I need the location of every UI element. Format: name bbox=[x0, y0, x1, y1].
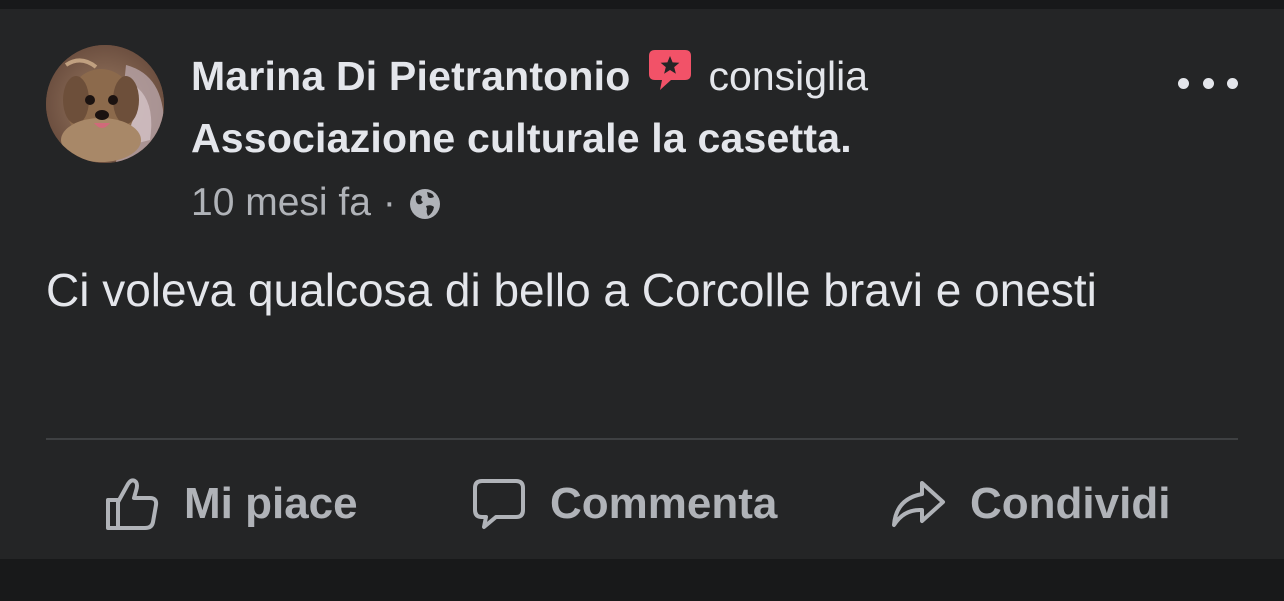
more-dot bbox=[1227, 77, 1238, 89]
comment-bubble-icon bbox=[473, 479, 525, 529]
author-name[interactable]: Marina Di Pietrantonio bbox=[191, 53, 631, 100]
post-meta: 10 mesi fa · bbox=[191, 179, 442, 227]
share-label: Condividi bbox=[970, 479, 1171, 528]
share-button[interactable]: Condividi bbox=[890, 469, 1170, 539]
thumbs-up-icon bbox=[106, 478, 159, 530]
like-button[interactable]: Mi piace bbox=[104, 469, 358, 539]
post-timestamp[interactable]: 10 mesi fa bbox=[191, 181, 371, 225]
recommended-page-name[interactable]: Associazione culturale la casetta. bbox=[191, 115, 852, 162]
more-options-button[interactable] bbox=[1178, 65, 1238, 101]
more-dot bbox=[1178, 77, 1189, 89]
post-header: Marina Di Pietrantonio consiglia bbox=[191, 50, 869, 101]
divider bbox=[46, 438, 1238, 440]
like-label: Mi piace bbox=[184, 479, 358, 528]
recommend-verb: consiglia bbox=[708, 52, 869, 99]
post-card: Marina Di Pietrantonio consiglia Associa… bbox=[0, 9, 1284, 559]
comment-label: Commenta bbox=[550, 479, 778, 528]
post-actions-bar: Mi piace Commenta Condividi bbox=[0, 459, 1284, 549]
feed-background bbox=[0, 559, 1284, 601]
author-avatar[interactable] bbox=[46, 45, 164, 163]
comment-button[interactable]: Commenta bbox=[472, 469, 777, 539]
post-text: Ci voleva qualcosa di bello a Corcolle b… bbox=[46, 264, 1097, 316]
globe-icon bbox=[409, 189, 440, 219]
meta-separator: · bbox=[382, 181, 396, 224]
recommend-icon bbox=[647, 47, 693, 93]
more-dot bbox=[1202, 77, 1214, 89]
share-arrow-icon bbox=[892, 481, 945, 527]
